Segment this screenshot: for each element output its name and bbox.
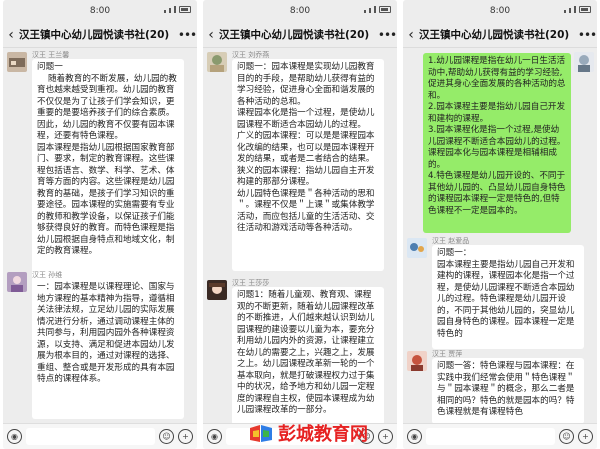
watermark-text: 彭城教育网 bbox=[278, 424, 368, 445]
emoji-icon[interactable]: ☺ bbox=[159, 429, 174, 444]
back-arrow-icon[interactable]: ‹ bbox=[3, 27, 19, 43]
battery-icon bbox=[179, 6, 191, 13]
avatar[interactable] bbox=[207, 52, 227, 72]
message-bubble[interactable]: 一：园本课程是以课程理论、国家与地方课程的基本精神为指导，遵循相关法律法规，立足… bbox=[32, 279, 184, 419]
status-bar: 8:00 bbox=[3, 0, 197, 22]
chat-area[interactable]: 汉王 王兰馨 问题一 随着教育的不断发展，幼儿园的教育也越来越受到重视。幼儿园的… bbox=[3, 48, 197, 423]
more-icon[interactable]: ••• bbox=[577, 28, 597, 42]
battery-icon bbox=[379, 6, 391, 13]
my-message-bubble[interactable]: 1.幼儿园课程是指在幼儿一日生活活动中,帮助幼儿获得有益的学习经验,促进其身心全… bbox=[423, 53, 571, 233]
signal-icon bbox=[169, 8, 171, 13]
nav-bar: ‹ 汉王镇中心幼儿园悦读书社(20) ••• bbox=[203, 22, 397, 48]
more-icon[interactable]: ••• bbox=[377, 28, 397, 42]
status-bar: 8:00 bbox=[403, 0, 597, 22]
signal-icon bbox=[364, 10, 366, 13]
signal-icon bbox=[164, 10, 166, 13]
emoji-icon[interactable]: ☺ bbox=[559, 429, 574, 444]
voice-icon[interactable]: ◉ bbox=[407, 429, 422, 444]
avatar[interactable] bbox=[7, 272, 27, 292]
chat-area[interactable]: 汉王 刘乔燕 问题一：园本课程是实现幼儿园教育目的的手段，是帮助幼儿获得有益的学… bbox=[203, 48, 397, 423]
signal-icon bbox=[574, 6, 576, 13]
chat-area[interactable]: 1.幼儿园课程是指在幼儿一日生活活动中,帮助幼儿获得有益的学习经验,促进其身心全… bbox=[403, 48, 597, 423]
signal-icon bbox=[369, 8, 371, 13]
chat-screen-3: 8:00 ‹ 汉王镇中心幼儿园悦读书社(20) ••• 1.幼儿园课程是指在幼儿… bbox=[403, 0, 597, 449]
plus-icon[interactable]: + bbox=[178, 429, 193, 444]
avatar[interactable] bbox=[574, 52, 594, 72]
status-icons bbox=[364, 6, 391, 13]
status-icons bbox=[164, 6, 191, 13]
status-time: 8:00 bbox=[289, 6, 311, 16]
nav-bar: ‹ 汉王镇中心幼儿园悦读书社(20) ••• bbox=[3, 22, 197, 48]
message-bubble[interactable]: 问题一：园本课程是实现幼儿园教育目的的手段，是帮助幼儿获得有益的学习经验，促进身… bbox=[232, 59, 384, 271]
input-bar: ◉ ☺ + bbox=[403, 423, 597, 449]
signal-icon bbox=[174, 6, 176, 13]
message-bubble[interactable]: 问题1：随着儿童观、教育观、课程观的不断更新，随着幼儿园课程改革的不断推进，人们… bbox=[232, 287, 384, 423]
status-icons bbox=[564, 6, 591, 13]
signal-icon bbox=[374, 6, 376, 13]
back-arrow-icon[interactable]: ‹ bbox=[403, 27, 419, 43]
signal-icon bbox=[564, 10, 566, 13]
back-arrow-icon[interactable]: ‹ bbox=[203, 27, 219, 43]
status-bar: 8:00 bbox=[203, 0, 397, 22]
chat-screen-1: 8:00 ‹ 汉王镇中心幼儿园悦读书社(20) ••• 汉王 王兰馨 问题一 随… bbox=[3, 0, 197, 449]
more-icon[interactable]: ••• bbox=[177, 28, 197, 42]
avatar[interactable] bbox=[407, 351, 427, 371]
message-input[interactable] bbox=[426, 428, 555, 445]
input-bar: ◉ ☺ + bbox=[3, 423, 197, 449]
message-input[interactable] bbox=[26, 428, 155, 445]
status-time: 8:00 bbox=[89, 6, 111, 16]
avatar[interactable] bbox=[7, 52, 27, 72]
chat-screen-2: 8:00 ‹ 汉王镇中心幼儿园悦读书社(20) ••• 汉王 刘乔燕 问题一：园… bbox=[203, 0, 397, 449]
site-watermark: 彭城教育网 bbox=[248, 420, 396, 446]
battery-icon bbox=[579, 6, 591, 13]
plus-icon[interactable]: + bbox=[578, 429, 593, 444]
avatar[interactable] bbox=[407, 238, 427, 258]
book-logo-icon bbox=[250, 425, 272, 442]
signal-icon bbox=[569, 8, 571, 13]
group-title: 汉王镇中心幼儿园悦读书社(20) bbox=[419, 29, 570, 41]
message-bubble[interactable]: 问题一答：特色课程与园本课程：在实践中我们经常会使用＂特色课程＂与＂园本课程＂的… bbox=[432, 358, 584, 423]
voice-icon[interactable]: ◉ bbox=[7, 429, 22, 444]
message-bubble[interactable]: 问题一： 园本课程主要是指幼儿园自己开发和建构的课程，课程园本化是指一个过程，是… bbox=[432, 245, 584, 349]
voice-icon[interactable]: ◉ bbox=[207, 429, 222, 444]
group-title: 汉王镇中心幼儿园悦读书社(20) bbox=[19, 29, 170, 41]
avatar[interactable] bbox=[207, 280, 227, 300]
group-title: 汉王镇中心幼儿园悦读书社(20) bbox=[219, 29, 370, 41]
status-time: 8:00 bbox=[489, 6, 511, 16]
nav-bar: ‹ 汉王镇中心幼儿园悦读书社(20) ••• bbox=[403, 22, 597, 48]
